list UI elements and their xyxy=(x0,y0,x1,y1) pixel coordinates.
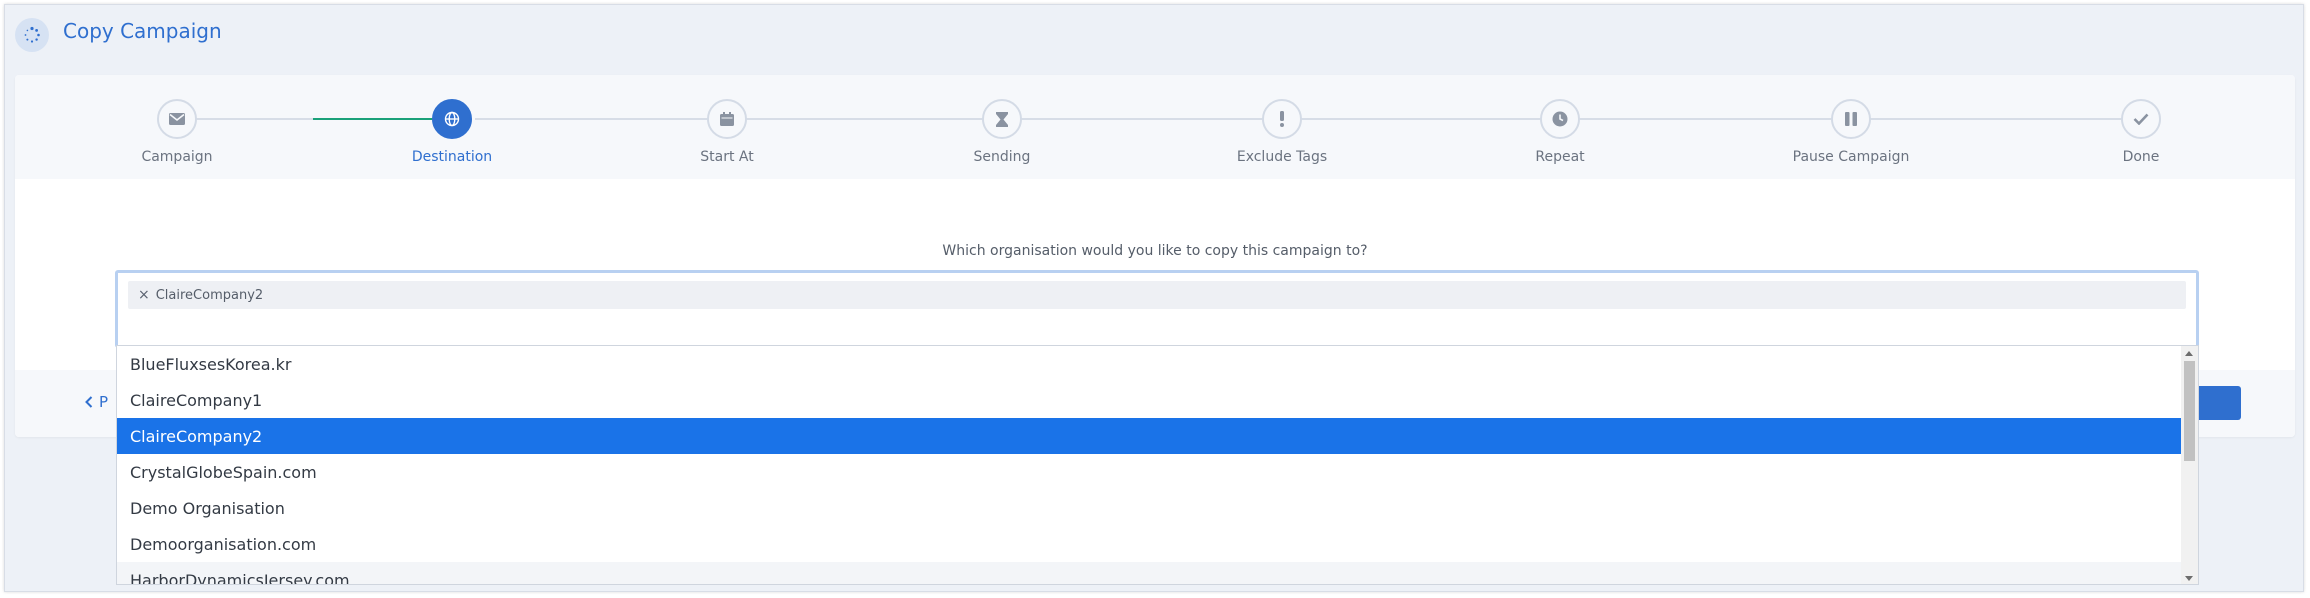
step-label: Done xyxy=(2122,149,2160,165)
step-label: Pause Campaign xyxy=(1792,149,1910,165)
app-frame: Copy Campaign Campaign Destination Start… xyxy=(4,4,2304,592)
check-icon xyxy=(2121,99,2161,139)
step-exclude-tags[interactable]: Exclude Tags xyxy=(1202,99,1362,165)
loading-spinner-icon xyxy=(15,18,49,52)
globe-icon xyxy=(432,99,472,139)
step-label: Campaign xyxy=(141,149,213,165)
organisation-options-list[interactable]: BlueFluxsesKorea.kr ClaireCompany1 Clair… xyxy=(116,345,2199,585)
step-pause-campaign[interactable]: Pause Campaign xyxy=(1771,99,1931,165)
clock-icon xyxy=(1540,99,1580,139)
step-campaign[interactable]: Campaign xyxy=(97,99,257,165)
step-start-at[interactable]: Start At xyxy=(647,99,807,165)
previous-button[interactable]: P xyxy=(85,393,108,411)
scrollbar-thumb[interactable] xyxy=(2184,361,2195,461)
pause-icon xyxy=(1831,99,1871,139)
step-label: Exclude Tags xyxy=(1236,149,1328,165)
step-sending[interactable]: Sending xyxy=(922,99,1082,165)
selected-tag: × ClaireCompany2 xyxy=(128,281,2186,309)
exclamation-icon xyxy=(1262,99,1302,139)
envelope-icon xyxy=(157,99,197,139)
option-item-selected[interactable]: ClaireCompany2 xyxy=(117,418,2183,454)
page-header: Copy Campaign xyxy=(15,15,222,55)
option-item[interactable]: CrystalGlobeSpain.com xyxy=(117,454,2183,490)
step-done[interactable]: Done xyxy=(2061,99,2221,165)
step-destination[interactable]: Destination xyxy=(372,99,532,165)
scroll-down-arrow-icon[interactable] xyxy=(2185,576,2193,581)
destination-question: Which organisation would you like to cop… xyxy=(942,243,1368,259)
page-title: Copy Campaign xyxy=(63,19,222,43)
scroll-up-arrow-icon[interactable] xyxy=(2185,351,2193,356)
chevron-left-icon xyxy=(85,396,93,408)
organisation-multiselect[interactable]: × ClaireCompany2 xyxy=(115,270,2199,348)
step-label: Repeat xyxy=(1535,149,1585,165)
option-item[interactable]: HarborDynamicsJersey.com xyxy=(117,562,2183,584)
step-label: Start At xyxy=(700,149,754,165)
remove-tag-icon[interactable]: × xyxy=(138,287,150,303)
option-item[interactable]: BlueFluxsesKorea.kr xyxy=(117,346,2183,382)
step-repeat[interactable]: Repeat xyxy=(1480,99,1640,165)
dropdown-scrollbar[interactable] xyxy=(2181,346,2198,584)
step-label: Destination xyxy=(411,149,493,165)
option-item[interactable]: ClaireCompany1 xyxy=(117,382,2183,418)
selected-tag-label: ClaireCompany2 xyxy=(155,287,264,303)
option-item[interactable]: Demoorganisation.com xyxy=(117,526,2183,562)
previous-button-label: P xyxy=(99,393,109,411)
stepper: Campaign Destination Start At Sending Ex… xyxy=(15,75,2295,179)
hourglass-icon xyxy=(982,99,1022,139)
option-item[interactable]: Demo Organisation xyxy=(117,490,2183,526)
calendar-icon xyxy=(707,99,747,139)
step-label: Sending xyxy=(973,149,1031,165)
